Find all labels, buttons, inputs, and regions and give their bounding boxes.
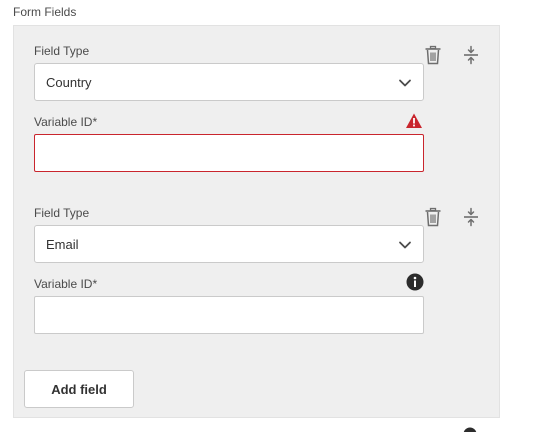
variable-id-label: Variable ID* — [34, 277, 98, 291]
info-icon — [463, 427, 477, 432]
section-title: Form Fields — [13, 5, 77, 19]
variable-id-input[interactable] — [34, 296, 424, 334]
trash-icon[interactable] — [424, 207, 442, 227]
variable-id-label: Variable ID* — [34, 115, 98, 129]
chevron-down-icon — [399, 79, 411, 87]
add-field-button[interactable]: Add field — [24, 370, 134, 408]
form-fields-page: Form Fields Field Type Country Variable … — [0, 0, 554, 432]
drag-handle-icon[interactable] — [462, 45, 480, 65]
field-type-label: Field Type — [34, 44, 90, 58]
field-row: Field Type Country Variable ID* — [34, 42, 424, 192]
trash-icon[interactable] — [424, 45, 442, 65]
info-icon — [406, 273, 424, 291]
alert-icon — [406, 113, 422, 128]
field-row: Field Type Email Variable ID* — [34, 204, 424, 354]
field-type-select[interactable]: Email — [34, 225, 424, 263]
field-type-select[interactable]: Country — [34, 63, 424, 101]
field-type-value: Email — [46, 236, 79, 252]
form-fields-panel: Field Type Country Variable ID* Field Ty… — [13, 25, 500, 418]
field-type-value: Country — [46, 74, 92, 90]
chevron-down-icon — [399, 241, 411, 249]
field-type-label: Field Type — [34, 206, 90, 220]
drag-handle-icon[interactable] — [462, 207, 480, 227]
variable-id-input[interactable] — [34, 134, 424, 172]
